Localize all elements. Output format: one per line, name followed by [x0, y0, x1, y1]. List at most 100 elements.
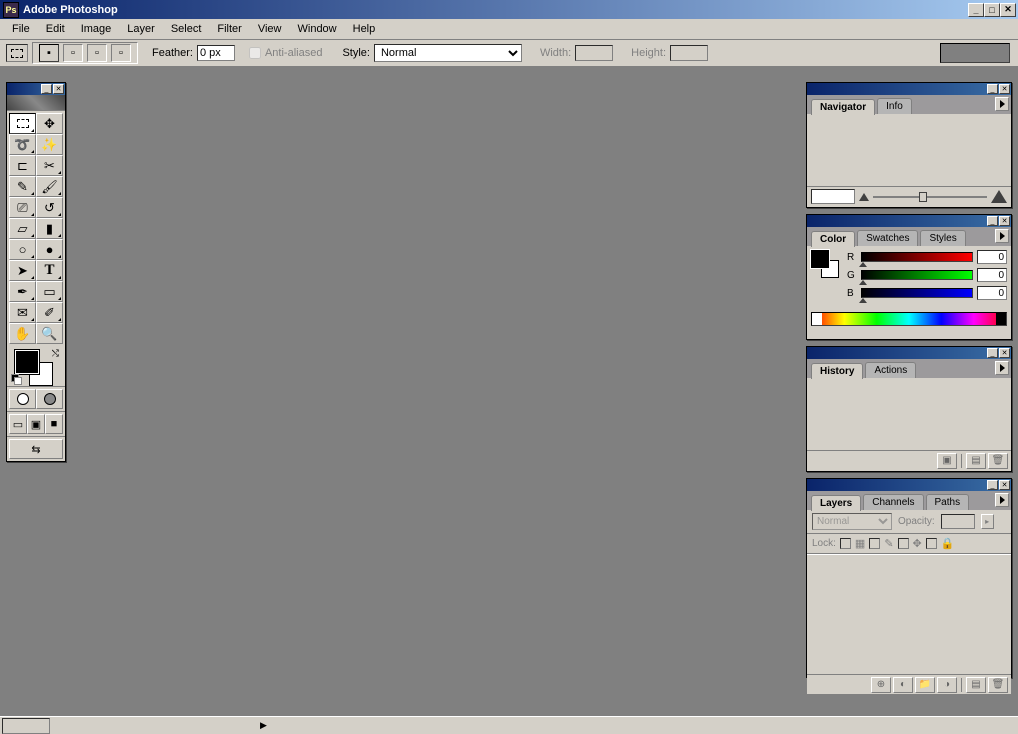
toolbox-close-icon[interactable]: ✕ [53, 84, 64, 94]
tool-blur[interactable]: ○ [9, 239, 36, 260]
tool-path-selection[interactable]: ➤ [9, 260, 36, 281]
toolbox-titlebar[interactable]: _ ✕ [7, 83, 65, 95]
tool-move[interactable]: ✥ [36, 113, 63, 134]
menu-window[interactable]: Window [290, 21, 345, 37]
zoom-out-icon[interactable] [859, 193, 869, 201]
layers-list[interactable] [807, 554, 1011, 674]
delete-state-icon[interactable]: 🗑 [988, 453, 1008, 469]
navigator-zoom-input[interactable] [811, 189, 855, 204]
tool-brush[interactable]: 🖌 [36, 176, 63, 197]
tool-eraser[interactable]: ▱ [9, 218, 36, 239]
style-select[interactable]: Normal [374, 44, 522, 62]
tool-pen[interactable]: ✒ [9, 281, 36, 302]
screen-full-menu-button[interactable]: ▣ [27, 414, 45, 434]
standard-mode-button[interactable] [9, 389, 36, 409]
b-slider[interactable] [861, 288, 973, 298]
color-menu-icon[interactable] [995, 229, 1009, 243]
menu-edit[interactable]: Edit [38, 21, 73, 37]
new-document-from-state-icon[interactable]: ▣ [937, 453, 957, 469]
toolbox-minimize-icon[interactable]: _ [41, 84, 52, 94]
g-value-input[interactable] [977, 268, 1007, 282]
status-menu-arrow[interactable]: ▶ [260, 720, 267, 731]
tab-info[interactable]: Info [877, 98, 912, 114]
tool-slice[interactable]: ✂ [36, 155, 63, 176]
minimize-button[interactable]: _ [968, 3, 984, 17]
zoom-slider[interactable] [873, 196, 987, 198]
feather-input[interactable] [197, 45, 235, 61]
layers-close-icon[interactable]: ✕ [999, 480, 1010, 490]
foreground-color-swatch[interactable] [15, 350, 39, 374]
color-titlebar[interactable]: _ ✕ [807, 215, 1011, 227]
new-layer-icon[interactable]: ▤ [966, 677, 986, 693]
screen-standard-button[interactable]: ▭ [9, 414, 27, 434]
navigator-close-icon[interactable]: ✕ [999, 84, 1010, 94]
history-titlebar[interactable]: _ ✕ [807, 347, 1011, 359]
tool-notes[interactable]: ✉ [9, 302, 36, 323]
close-button[interactable]: ✕ [1000, 3, 1016, 17]
tool-magic-wand[interactable]: ✨ [36, 134, 63, 155]
tool-healing-brush[interactable]: ✎ [9, 176, 36, 197]
active-tool-icon[interactable] [6, 44, 28, 62]
r-value-input[interactable] [977, 250, 1007, 264]
layers-menu-icon[interactable] [995, 493, 1009, 507]
toolbox-header-icon[interactable] [7, 95, 65, 111]
tool-type[interactable]: T [36, 260, 63, 281]
navigator-preview[interactable] [807, 114, 1011, 186]
tab-navigator[interactable]: Navigator [811, 99, 875, 115]
color-collapse-icon[interactable]: _ [987, 216, 998, 226]
tab-channels[interactable]: Channels [863, 494, 923, 510]
layers-titlebar[interactable]: _ ✕ [807, 479, 1011, 491]
tool-lasso[interactable]: ➰ [9, 134, 36, 155]
tool-zoom[interactable]: 🔍 [36, 323, 63, 344]
history-collapse-icon[interactable]: _ [987, 348, 998, 358]
delete-layer-icon[interactable]: 🗑 [988, 677, 1008, 693]
screen-full-button[interactable]: ■ [45, 414, 63, 434]
tool-eyedropper[interactable]: ✐ [36, 302, 63, 323]
add-selection-button[interactable]: ▫ [63, 44, 83, 62]
new-set-icon[interactable]: 📁 [915, 677, 935, 693]
tool-crop[interactable]: ⊏ [9, 155, 36, 176]
tool-clone-stamp[interactable]: ⎚ [9, 197, 36, 218]
menu-help[interactable]: Help [345, 21, 384, 37]
menu-filter[interactable]: Filter [209, 21, 249, 37]
intersect-selection-button[interactable]: ▫ [111, 44, 131, 62]
tool-hand[interactable]: ✋ [9, 323, 36, 344]
subtract-selection-button[interactable]: ▫ [87, 44, 107, 62]
history-list[interactable] [807, 378, 1011, 450]
tool-gradient[interactable]: ▮ [36, 218, 63, 239]
menu-layer[interactable]: Layer [119, 21, 163, 37]
status-zoom-box[interactable] [2, 718, 50, 734]
tool-rectangular-marquee[interactable] [9, 113, 36, 134]
menu-image[interactable]: Image [73, 21, 120, 37]
jump-to-imageready-button[interactable]: ⇆ [9, 439, 63, 459]
navigator-menu-icon[interactable] [995, 97, 1009, 111]
menu-select[interactable]: Select [163, 21, 210, 37]
tab-color[interactable]: Color [811, 231, 855, 247]
new-fill-adjustment-icon[interactable]: ◑ [937, 677, 957, 693]
new-snapshot-icon[interactable]: ▤ [966, 453, 986, 469]
b-value-input[interactable] [977, 286, 1007, 300]
navigator-collapse-icon[interactable]: _ [987, 84, 998, 94]
zoom-in-icon[interactable] [991, 190, 1007, 203]
tab-actions[interactable]: Actions [865, 362, 916, 378]
maximize-button[interactable]: □ [984, 3, 1000, 17]
palette-well[interactable] [940, 43, 1010, 63]
tab-styles[interactable]: Styles [920, 230, 965, 246]
tab-layers[interactable]: Layers [811, 495, 861, 511]
tab-history[interactable]: History [811, 363, 863, 379]
tool-dodge[interactable]: ● [36, 239, 63, 260]
tool-rectangle[interactable]: ▭ [36, 281, 63, 302]
default-colors-icon[interactable] [11, 374, 21, 384]
color-close-icon[interactable]: ✕ [999, 216, 1010, 226]
layer-style-icon[interactable]: ⊕ [871, 677, 891, 693]
swap-colors-icon[interactable]: ⤭ [52, 348, 59, 359]
history-menu-icon[interactable] [995, 361, 1009, 375]
g-slider[interactable] [861, 270, 973, 280]
tab-paths[interactable]: Paths [926, 494, 970, 510]
navigator-titlebar[interactable]: _ ✕ [807, 83, 1011, 95]
layers-collapse-icon[interactable]: _ [987, 480, 998, 490]
new-selection-button[interactable]: ▪ [39, 44, 59, 62]
menu-view[interactable]: View [250, 21, 290, 37]
tab-swatches[interactable]: Swatches [857, 230, 918, 246]
history-close-icon[interactable]: ✕ [999, 348, 1010, 358]
